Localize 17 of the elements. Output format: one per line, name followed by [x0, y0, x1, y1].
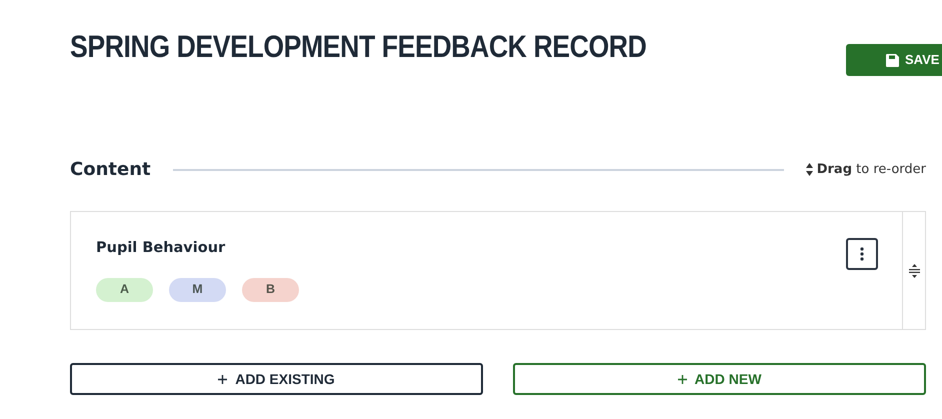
- item-title: Pupil Behaviour: [96, 239, 226, 258]
- plus-icon: [678, 374, 687, 384]
- drag-handle-icon[interactable]: [908, 264, 920, 278]
- grade-tag: B: [242, 278, 299, 302]
- save-button[interactable]: SAVE: [846, 44, 942, 76]
- page-title: SPRING DEVELOPMENT FEEDBACK RECORD: [70, 28, 648, 66]
- more-icon: [860, 247, 864, 261]
- grade-tag: A: [96, 278, 153, 302]
- drag-hint: Drag to re-order: [816, 160, 926, 179]
- plus-icon: [218, 374, 228, 384]
- grade-tag: M: [169, 278, 226, 302]
- more-options-button[interactable]: [846, 238, 878, 270]
- add-button[interactable]: ADD EXISTING: [70, 363, 483, 395]
- sort-icon: [806, 163, 813, 176]
- section-heading: Content: [70, 158, 151, 182]
- add-button[interactable]: ADD NEW: [513, 363, 926, 395]
- save-icon: [886, 54, 899, 66]
